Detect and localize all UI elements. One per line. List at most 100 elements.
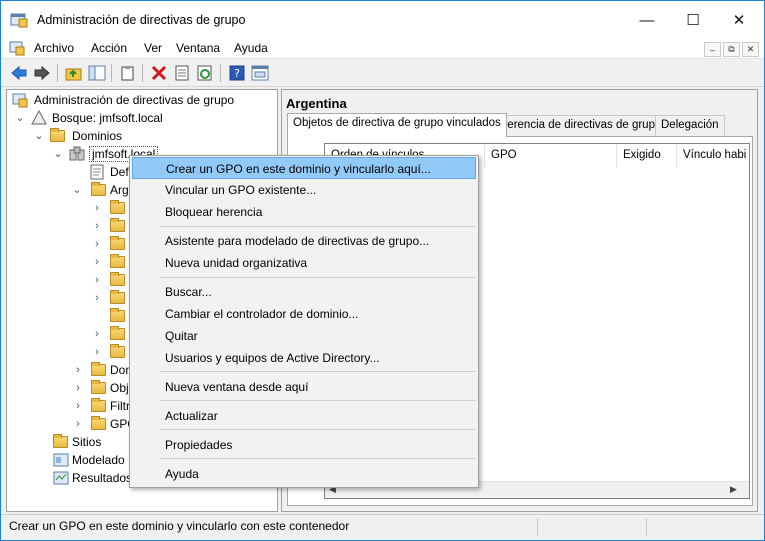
ou-folder-icon — [110, 344, 125, 358]
tree-label: Filtr — [110, 399, 130, 413]
menu-item-link-existing-gpo[interactable]: Vincular un GPO existente... — [132, 179, 476, 201]
details-pane-icon[interactable] — [250, 63, 270, 83]
toolbar-separator — [220, 64, 221, 82]
tree-label: Modelado — [72, 453, 125, 467]
menu-item-ad-users-computers[interactable]: Usuarios y equipos de Active Directory..… — [132, 347, 476, 369]
menu-separator — [160, 458, 476, 459]
gpo-link-icon — [90, 164, 104, 180]
back-icon[interactable] — [9, 63, 29, 83]
tree-label: Dominios — [72, 129, 123, 143]
up-folder-icon[interactable] — [64, 63, 84, 83]
ou-folder-icon — [110, 218, 125, 232]
menu-ayuda[interactable]: Ayuda — [232, 41, 270, 55]
menu-item-modeling-wizard[interactable]: Asistente para modelado de directivas de… — [132, 230, 476, 252]
chevron-down-icon[interactable]: ⌄ — [34, 127, 44, 145]
ou-folder-icon — [110, 200, 125, 214]
forest-icon — [31, 110, 47, 125]
status-bar: Crear un GPO en este dominio y vincularl… — [1, 514, 764, 540]
maximize-button[interactable]: ☐ — [670, 1, 716, 39]
ou-folder-icon — [110, 254, 125, 268]
chevron-down-icon[interactable]: ⌄ — [72, 181, 82, 199]
chevron-right-icon[interactable]: › — [92, 217, 102, 235]
column-header-gpo[interactable]: GPO — [485, 144, 617, 168]
menu-item-refresh[interactable]: Actualizar — [132, 405, 476, 427]
menu-item-new-ou[interactable]: Nueva unidad organizativa — [132, 252, 476, 274]
close-button[interactable]: ✕ — [716, 1, 762, 39]
results-icon — [53, 471, 69, 485]
tree-label: Arg — [110, 183, 129, 197]
menu-archivo[interactable]: Archivo — [32, 41, 76, 55]
tree-label: Administración de directivas de grupo — [34, 93, 235, 107]
menu-separator — [160, 429, 476, 430]
gpmc-icon — [12, 93, 28, 108]
menu-accion[interactable]: Acción — [89, 41, 129, 55]
tree-label: Obj — [110, 381, 129, 395]
chevron-down-icon[interactable]: ⌄ — [15, 109, 25, 127]
mdi-close-button[interactable]: ✕ — [742, 42, 759, 57]
context-menu: Crear un GPO en este dominio y vincularl… — [129, 155, 479, 488]
folder-icon — [91, 380, 106, 394]
menu-bar: Archivo Acción Ver Ventana Ayuda – ⧉ ✕ — [1, 39, 764, 59]
menu-item-block-inheritance[interactable]: Bloquear herencia — [132, 201, 476, 223]
chevron-right-icon[interactable]: › — [92, 199, 102, 217]
chevron-right-icon[interactable]: › — [92, 343, 102, 361]
modeling-icon — [53, 453, 69, 467]
help-icon[interactable]: ? — [227, 63, 247, 83]
toolbar-separator — [111, 64, 112, 82]
chevron-right-icon[interactable]: › — [73, 361, 83, 379]
column-header-link-enabled[interactable]: Vínculo habi — [677, 144, 749, 168]
refresh-icon[interactable] — [195, 63, 215, 83]
show-hide-tree-icon[interactable] — [87, 63, 107, 83]
menu-item-properties[interactable]: Propiedades — [132, 434, 476, 456]
ou-folder-icon — [110, 326, 125, 340]
chevron-right-icon[interactable]: › — [73, 379, 83, 397]
menu-item-search[interactable]: Buscar... — [132, 281, 476, 303]
properties-icon[interactable] — [172, 63, 192, 83]
mdi-restore-button[interactable]: ⧉ — [723, 42, 740, 57]
chevron-right-icon[interactable]: › — [92, 253, 102, 271]
gpmc-app-icon — [10, 13, 28, 28]
menu-item-change-dc[interactable]: Cambiar el controlador de dominio... — [132, 303, 476, 325]
forward-icon[interactable] — [32, 63, 52, 83]
toolbar-separator — [57, 64, 58, 82]
tree-label: Bosque: jmfsoft.local — [52, 111, 163, 125]
menu-separator — [160, 371, 476, 372]
toolbar: ? — [1, 59, 764, 87]
menu-item-help[interactable]: Ayuda — [132, 463, 476, 485]
chevron-right-icon[interactable]: › — [73, 415, 83, 433]
chevron-down-icon[interactable]: ⌄ — [53, 145, 63, 163]
status-divider — [537, 518, 538, 536]
menu-separator — [160, 277, 476, 278]
menu-separator — [160, 400, 476, 401]
mdi-minimize-button[interactable]: – — [704, 42, 721, 57]
menu-ver[interactable]: Ver — [142, 41, 164, 55]
clipboard-icon[interactable] — [118, 63, 138, 83]
ou-folder-icon — [110, 290, 125, 304]
tab-delegation[interactable]: Delegación — [655, 115, 725, 136]
system-menu-icon[interactable] — [9, 41, 25, 56]
tab-linked-gpos[interactable]: Objetos de directiva de grupo vinculados — [287, 113, 507, 137]
menu-item-new-window[interactable]: Nueva ventana desde aquí — [132, 376, 476, 398]
chevron-right-icon[interactable]: › — [92, 289, 102, 307]
minimize-button[interactable]: — — [624, 1, 670, 39]
chevron-right-icon[interactable]: › — [92, 235, 102, 253]
app-window: Administración de directivas de grupo — … — [0, 0, 765, 541]
title-bar[interactable]: Administración de directivas de grupo — … — [1, 1, 764, 39]
folder-icon — [53, 434, 68, 448]
status-text: Crear un GPO en este dominio y vincularl… — [9, 519, 350, 533]
chevron-right-icon[interactable]: › — [73, 397, 83, 415]
tree-label: Resultados — [72, 471, 133, 485]
menu-separator — [160, 226, 476, 227]
ou-folder-icon — [110, 272, 125, 286]
folder-icon — [91, 398, 106, 412]
column-header-enforced[interactable]: Exigido — [617, 144, 677, 168]
menu-item-remove[interactable]: Quitar — [132, 325, 476, 347]
tree-item-domain-jmfsoft[interactable]: ⌄ jmfsoft.local — [10, 145, 159, 163]
menu-ventana[interactable]: Ventana — [174, 41, 222, 55]
menu-item-create-gpo[interactable]: Crear un GPO en este dominio y vincularl… — [132, 157, 476, 179]
scroll-right-icon[interactable]: ▶ — [730, 484, 737, 495]
chevron-right-icon[interactable]: › — [92, 271, 102, 289]
tab-inheritance[interactable]: Herencia de directivas de grupo — [493, 115, 668, 136]
delete-icon[interactable] — [149, 63, 169, 83]
chevron-right-icon[interactable]: › — [92, 325, 102, 343]
